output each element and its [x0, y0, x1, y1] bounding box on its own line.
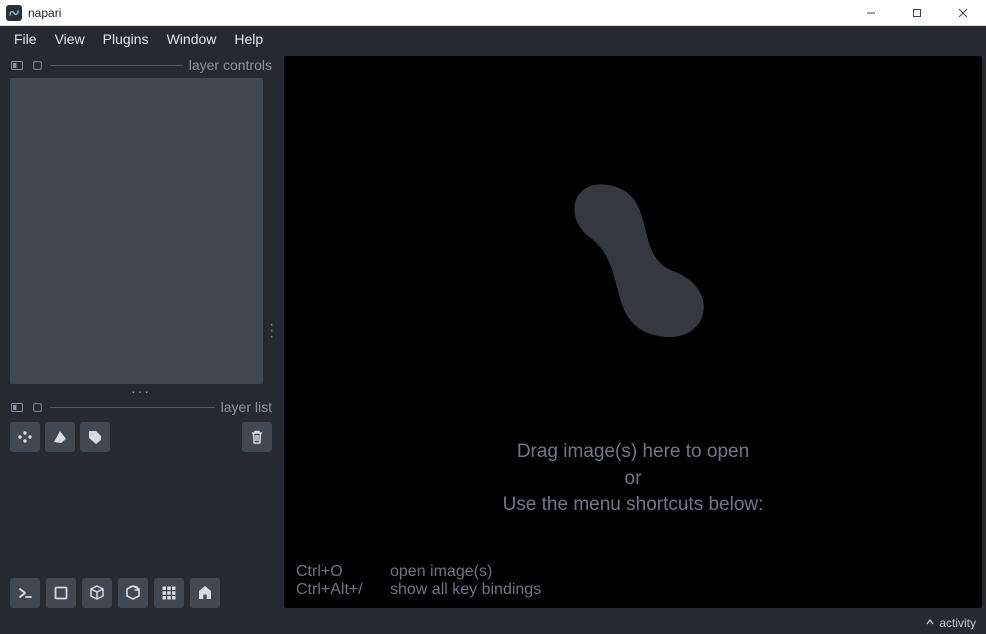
- ndisplay-3d-button[interactable]: [82, 578, 112, 608]
- menu-plugins[interactable]: Plugins: [95, 29, 157, 49]
- menubar: File View Plugins Window Help: [0, 26, 986, 52]
- float-panel-icon[interactable]: [10, 60, 24, 70]
- drop-hint-line-2: or: [503, 466, 764, 493]
- titlebar: napari: [0, 0, 986, 26]
- panel-grip-horizontal[interactable]: ···: [10, 384, 272, 398]
- menu-window[interactable]: Window: [159, 29, 225, 49]
- roll-dims-button[interactable]: [118, 578, 148, 608]
- window-title: napari: [28, 6, 61, 20]
- menu-help[interactable]: Help: [226, 29, 271, 49]
- float-panel-icon-2[interactable]: [10, 402, 24, 412]
- layer-controls-label: layer controls: [189, 57, 272, 73]
- napari-logo: [523, 146, 743, 369]
- menu-view[interactable]: View: [47, 29, 93, 49]
- layer-list-label: layer list: [221, 399, 272, 415]
- new-shapes-layer-button[interactable]: [45, 422, 75, 452]
- shortcut-keys: Ctrl+Alt+/: [296, 581, 376, 599]
- panel-grip-vertical[interactable]: ···: [269, 322, 274, 339]
- statusbar: activity: [0, 612, 986, 634]
- drop-hint-line-1: Drag image(s) here to open: [503, 439, 764, 466]
- close-button[interactable]: [940, 0, 986, 26]
- layer-controls-panel: [10, 78, 263, 384]
- console-button[interactable]: [10, 578, 40, 608]
- drop-hint-line-3: Use the menu shortcuts below:: [503, 492, 764, 519]
- maximize-button[interactable]: [894, 0, 940, 26]
- delete-layer-button[interactable]: [242, 422, 272, 452]
- shortcut-keys: Ctrl+O: [296, 563, 376, 581]
- shortcut-desc: open image(s): [390, 563, 492, 581]
- close-panel-icon[interactable]: [30, 60, 44, 70]
- menu-file[interactable]: File: [6, 29, 45, 49]
- shortcut-desc: show all key bindings: [390, 581, 541, 599]
- divider: [50, 407, 215, 408]
- app-icon: [6, 5, 22, 21]
- left-dock: layer controls ··· layer list: [0, 52, 280, 612]
- shortcut-hints: Ctrl+O open image(s) Ctrl+Alt+/ show all…: [296, 563, 541, 599]
- minimize-button[interactable]: [848, 0, 894, 26]
- new-points-layer-button[interactable]: [10, 422, 40, 452]
- reset-view-button[interactable]: [190, 578, 220, 608]
- new-labels-layer-button[interactable]: [80, 422, 110, 452]
- divider: [50, 65, 183, 66]
- canvas[interactable]: Drag image(s) here to open or Use the me…: [284, 56, 982, 608]
- ndisplay-2d-button[interactable]: [46, 578, 76, 608]
- activity-button[interactable]: activity: [939, 616, 976, 630]
- close-panel-icon-2[interactable]: [30, 402, 44, 412]
- grid-view-button[interactable]: [154, 578, 184, 608]
- chevron-up-icon[interactable]: [925, 616, 935, 630]
